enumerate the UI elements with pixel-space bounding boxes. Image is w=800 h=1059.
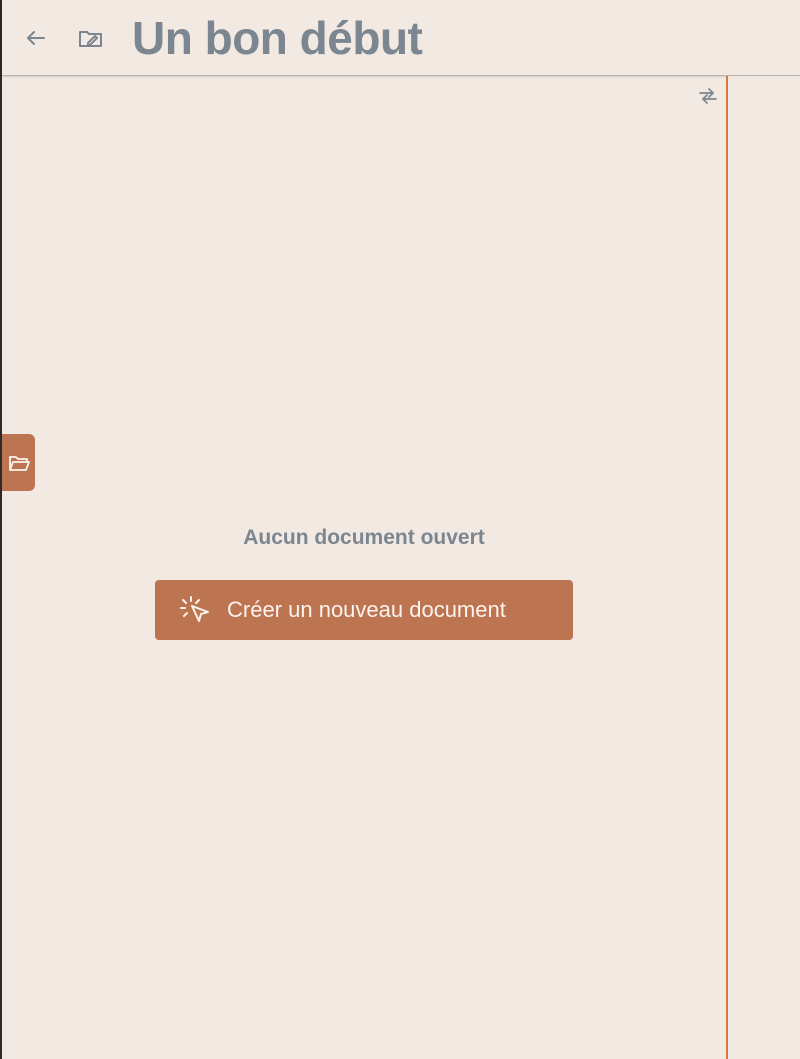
back-button[interactable] [22, 24, 50, 52]
header: Un bon début [2, 0, 800, 76]
create-document-label: Créer un nouveau document [227, 597, 506, 622]
empty-message: Aucun document ouvert [243, 526, 485, 549]
main-content: Aucun document ouvert Créer un nouveau d… [2, 76, 726, 1059]
create-document-button[interactable]: Créer un nouveau document [155, 580, 573, 640]
folder-edit-icon [76, 24, 106, 54]
collapse-arrows-icon [697, 85, 719, 107]
app-window: Un bon début Aucun document ouvert Créer… [0, 0, 800, 1059]
empty-state: Aucun document ouvert [2, 524, 726, 552]
cursor-click-icon [179, 594, 213, 626]
side-panel [726, 76, 800, 1059]
folder-tab-button[interactable] [2, 434, 35, 491]
page-title: Un bon début [132, 12, 423, 64]
arrow-left-icon [24, 26, 48, 50]
document-folder-button[interactable] [75, 23, 107, 55]
collapse-button[interactable] [696, 84, 720, 108]
folder-open-icon [7, 452, 31, 474]
